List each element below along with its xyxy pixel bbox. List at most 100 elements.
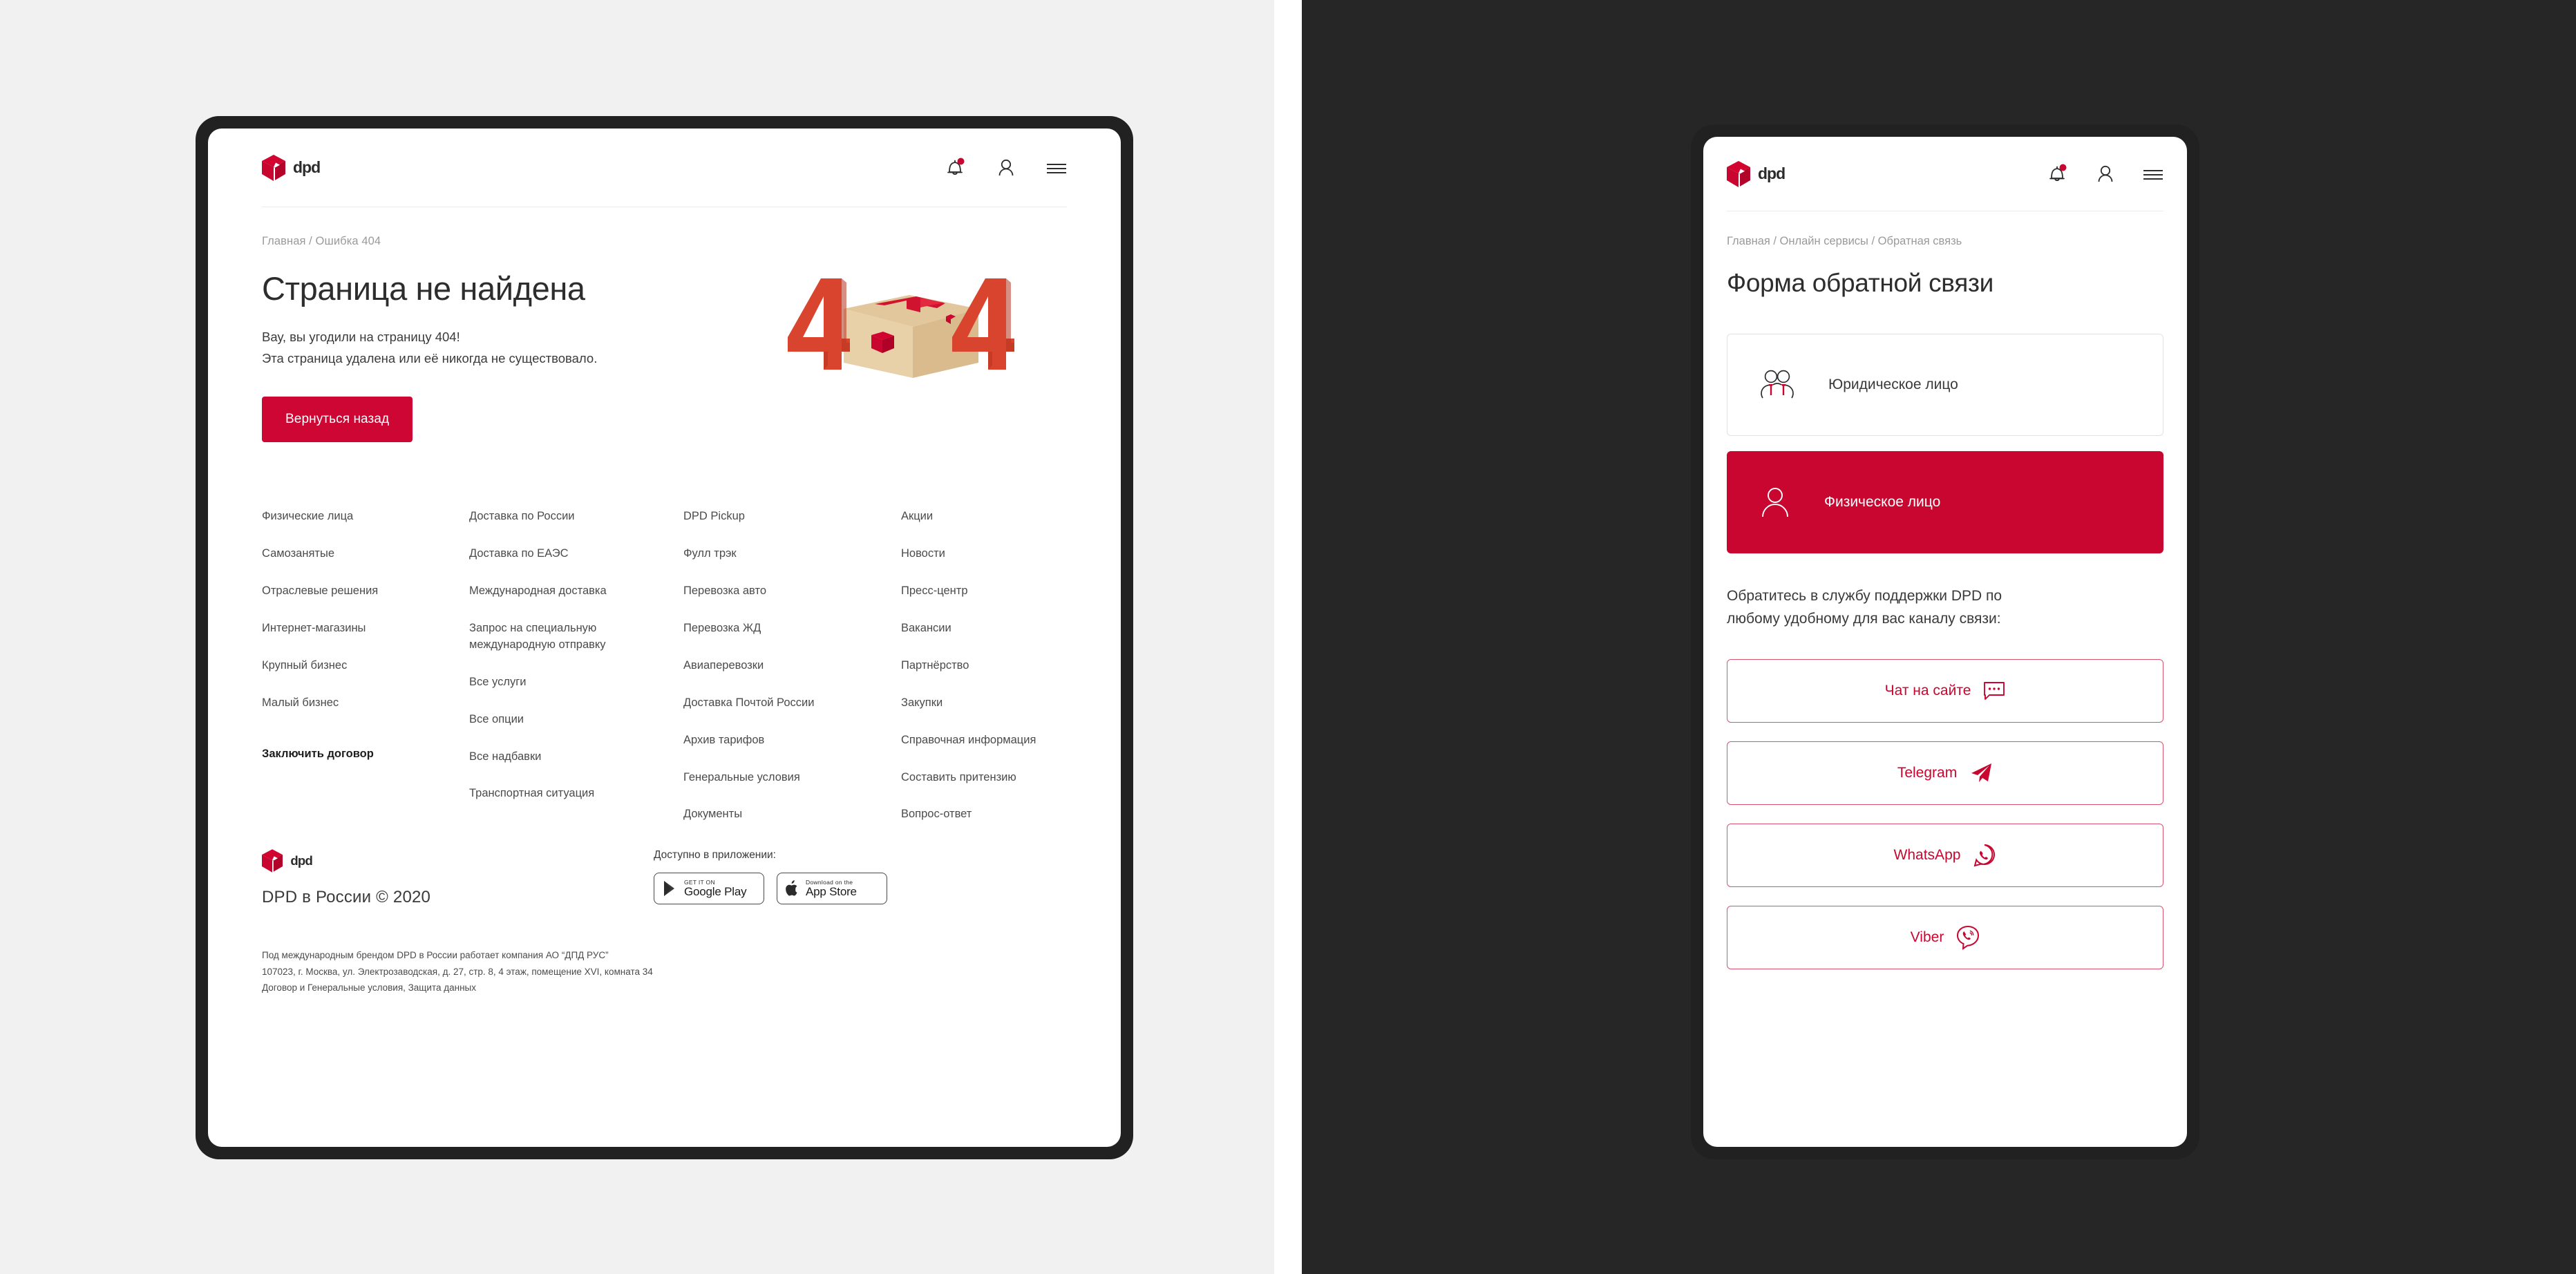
legal-block: Под международным брендом DPD в России р… <box>262 907 1067 996</box>
footer-link[interactable]: Вакансии <box>901 620 1067 637</box>
footer-link[interactable]: Новости <box>901 546 1067 562</box>
footer-link[interactable]: Отраслевые решения <box>262 583 435 600</box>
page-title: Форма обратной связи <box>1727 269 1994 297</box>
svg-text:dpd: dpd <box>1758 165 1785 182</box>
channel-label: WhatsApp <box>1893 847 1961 864</box>
channel-label: Чат на сайте <box>1884 683 1971 699</box>
screenshot-stage: dpd Главная / Ошибка 404 Страница не най… <box>0 0 2576 1274</box>
google-play-icon <box>664 881 674 897</box>
footer-link[interactable]: Доставка по ЕАЭС <box>469 546 642 562</box>
desktop-header: dpd <box>262 129 1067 207</box>
channel-viber-button[interactable]: Viber <box>1727 906 2163 970</box>
footer-link[interactable]: Пресс-центр <box>901 583 1067 600</box>
footer-link-contract[interactable]: Заключить договор <box>262 746 435 763</box>
notifications-bell-icon[interactable] <box>945 157 966 179</box>
dpd-wordmark: dpd <box>290 854 313 868</box>
entity-label: Физическое лицо <box>1824 494 1941 510</box>
dpd-cube-icon <box>262 154 285 181</box>
dpd-logo-mobile[interactable]: dpd <box>1727 160 1797 187</box>
breadcrumb[interactable]: Главная / Онлайн сервисы / Обратная связ… <box>1727 211 2163 248</box>
footer-links-grid: Физические лица Самозанятые Отраслевые р… <box>262 442 1067 844</box>
footer-link[interactable]: Генеральные условия <box>683 770 856 786</box>
hamburger-menu-icon[interactable] <box>2143 167 2163 181</box>
footer-link[interactable]: Малый бизнес <box>262 695 435 712</box>
store-badges: GET IT ON Google Play Download on the Ap… <box>654 873 887 905</box>
channel-telegram-button[interactable]: Telegram <box>1727 741 2163 806</box>
go-back-button[interactable]: Вернуться назад <box>262 397 413 443</box>
footer-column-1: Физические лица Самозанятые Отраслевые р… <box>262 508 469 844</box>
two-people-tie-icon <box>1761 370 1794 399</box>
footer-link[interactable]: Все надбавки <box>469 749 642 766</box>
apple-icon <box>786 880 797 896</box>
footer-link[interactable]: Составить притензию <box>901 770 1067 786</box>
footer-column-4: Акции Новости Пресс-центр Вакансии Партн… <box>901 508 1067 844</box>
footer-link[interactable]: Транспортная ситуация <box>469 786 642 802</box>
google-play-badge[interactable]: GET IT ON Google Play <box>654 873 764 905</box>
app-store-badge[interactable]: Download on the App Store <box>777 873 887 905</box>
dpd-wordmark: dpd <box>1758 165 1786 182</box>
footer-bottom: dpd DPD в России © 2020 Доступно в прило… <box>262 844 1067 907</box>
mobile-device-frame: dpd Главная / Онлайн сервисы / Обратная … <box>1691 124 2199 1159</box>
entity-option-legal[interactable]: Юридическое лицо <box>1727 334 2163 436</box>
footer-link[interactable]: Крупный бизнес <box>262 658 435 674</box>
footer-link[interactable]: Акции <box>901 508 1067 525</box>
badge-large-text: App Store <box>806 884 857 898</box>
support-text-line-2: любому удобному для вас каналу связи: <box>1727 610 2001 627</box>
user-account-icon[interactable] <box>996 157 1016 179</box>
badge-large-text: Google Play <box>684 884 747 898</box>
footer-link[interactable]: Доставка Почтой России <box>683 695 856 712</box>
breadcrumb[interactable]: Главная / Ошибка 404 <box>262 207 1067 248</box>
notifications-bell-icon[interactable] <box>2047 163 2068 185</box>
channel-site-chat-button[interactable]: Чат на сайте <box>1727 659 2163 723</box>
error-subtitle: Вау, вы угодили на страницу 404! Эта стр… <box>262 327 1067 369</box>
footer-link[interactable]: Доставка по России <box>469 508 642 525</box>
user-account-icon[interactable] <box>2096 163 2115 185</box>
error-subtitle-line-2: Эта страница удалена или её никогда не с… <box>262 350 598 365</box>
footer-link[interactable]: Фулл трэк <box>683 546 856 562</box>
hamburger-menu-icon[interactable] <box>1046 161 1067 175</box>
footer-link[interactable]: Авиаперевозки <box>683 658 856 674</box>
footer-link[interactable]: Закупки <box>901 695 1067 712</box>
footer-link[interactable]: Вопрос-ответ <box>901 806 1067 823</box>
mobile-screen: dpd Главная / Онлайн сервисы / Обратная … <box>1703 137 2187 1147</box>
footer-link[interactable]: Все опции <box>469 712 642 728</box>
channel-whatsapp-button[interactable]: WhatsApp <box>1727 824 2163 888</box>
dpd-logo[interactable]: dpd <box>262 154 332 181</box>
desktop-device-frame: dpd Главная / Ошибка 404 Страница не най… <box>196 116 1133 1159</box>
channel-label: Viber <box>1910 929 1944 946</box>
footer-link[interactable]: Самозанятые <box>262 546 435 562</box>
footer-link[interactable]: Перевозка авто <box>683 583 856 600</box>
footer-link[interactable]: Все услуги <box>469 674 642 691</box>
viber-icon <box>1957 926 1980 951</box>
legal-line-1: Под международным брендом DPD в России р… <box>262 950 609 961</box>
center-white-divider <box>1274 0 1302 1274</box>
footer-column-3: DPD Pickup Фулл трэк Перевозка авто Пере… <box>683 508 901 844</box>
dpd-logo-footer[interactable]: dpd <box>262 849 430 873</box>
single-person-icon <box>1762 488 1788 517</box>
footer-brand-block: dpd DPD в России © 2020 <box>262 849 430 907</box>
support-text-line-1: Обратитесь в службу поддержки DPD по <box>1727 588 2002 604</box>
footer-column-2: Доставка по России Доставка по ЕАЭС Межд… <box>469 508 683 844</box>
footer-link[interactable]: Физические лица <box>262 508 435 525</box>
svg-text:dpd: dpd <box>290 854 312 868</box>
footer-link[interactable]: Партнёрство <box>901 658 1067 674</box>
legal-line-3[interactable]: Договор и Генеральные условия, Защита да… <box>262 980 1067 996</box>
footer-link[interactable]: Запрос на специальную международную отпр… <box>469 620 642 654</box>
dpd-wordmark: dpd <box>293 159 321 176</box>
copyright-text: DPD в России © 2020 <box>262 888 431 907</box>
footer-link[interactable]: Международная доставка <box>469 583 642 600</box>
footer-link[interactable]: Интернет-магазины <box>262 620 435 637</box>
footer-link[interactable]: Архив тарифов <box>683 732 856 749</box>
error-hero: Страница не найдена Вау, вы угодили на с… <box>262 248 1067 443</box>
footer-link[interactable]: Справочная информация <box>901 732 1067 749</box>
apps-label: Доступно в приложении: <box>654 849 776 862</box>
entity-option-individual[interactable]: Физическое лицо <box>1727 451 2163 553</box>
footer-link[interactable]: Перевозка ЖД <box>683 620 856 637</box>
footer-link[interactable]: DPD Pickup <box>683 508 856 525</box>
svg-text:dpd: dpd <box>293 159 320 176</box>
footer-link[interactable]: Документы <box>683 806 856 823</box>
legal-line-2: 107023, г. Москва, ул. Электрозаводская,… <box>262 966 653 977</box>
dpd-cube-icon <box>262 849 283 873</box>
channel-label: Telegram <box>1897 765 1958 781</box>
whatsapp-icon <box>1974 844 1996 867</box>
